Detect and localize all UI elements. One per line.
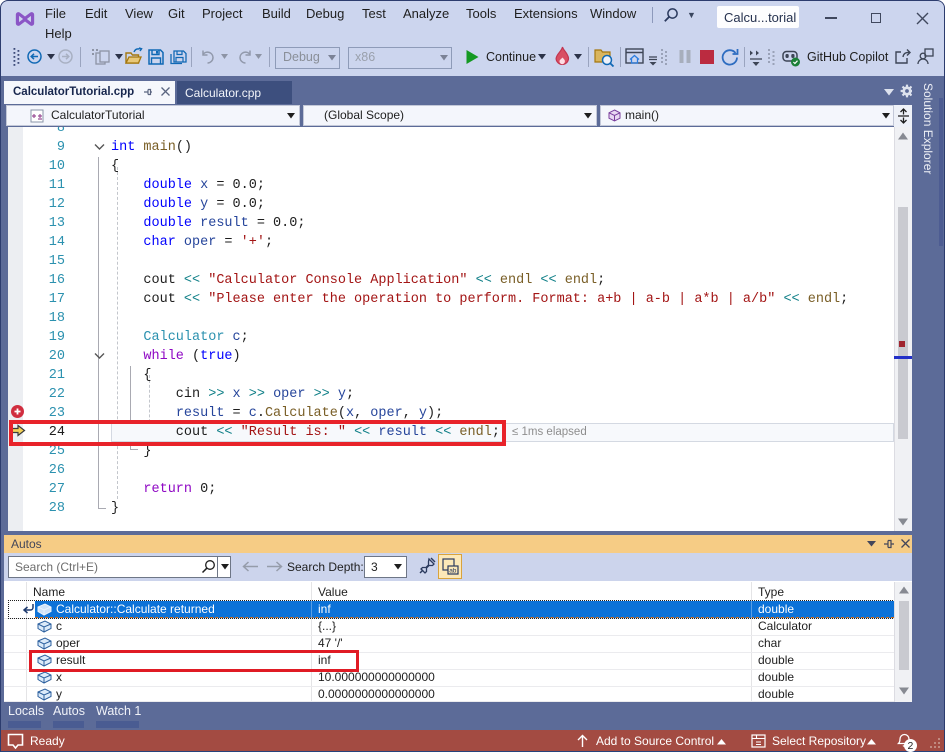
svg-text:ab: ab (449, 568, 457, 575)
